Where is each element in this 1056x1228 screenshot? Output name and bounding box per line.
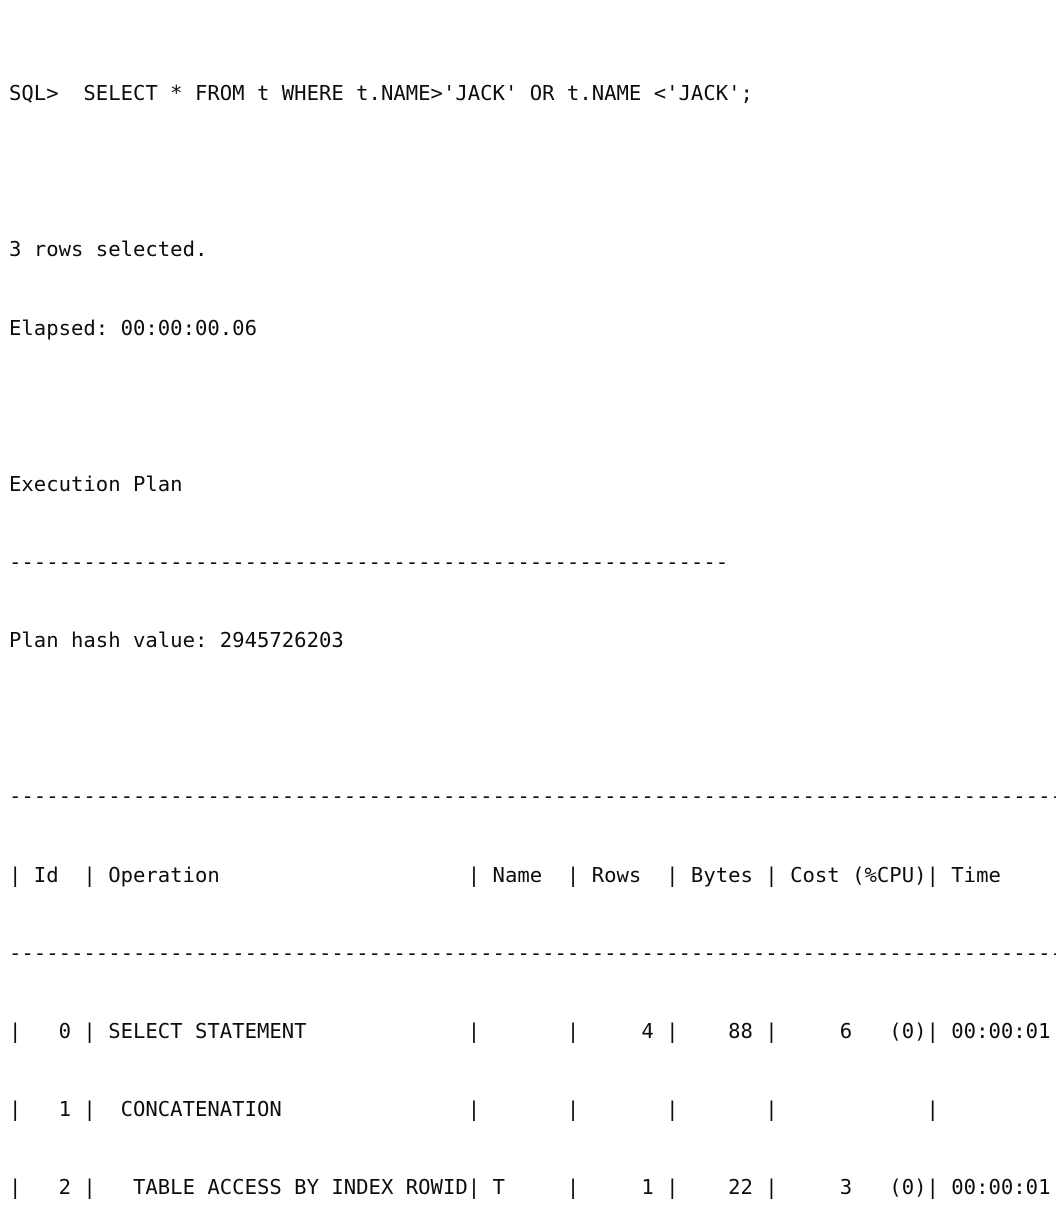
execution-plan-heading: Execution Plan [9,471,183,496]
elapsed-line: Elapsed: 00:00:00.06 [9,315,257,340]
console-output[interactable]: SQL> SELECT * FROM t WHERE t.NAME>'JACK'… [9,2,1056,1228]
plan-table-header-rule: ----------------------------------------… [9,940,1056,965]
terminal-window[interactable]: SQL> SELECT * FROM t WHERE t.NAME>'JACK'… [0,0,1056,1199]
table-row: | 2 | TABLE ACCESS BY INDEX ROWID| T | 1… [9,1175,1056,1200]
table-row: | 0 | SELECT STATEMENT | | 4 | 88 | 6 (0… [9,1018,1056,1043]
table-row: | 1 | CONCATENATION | | | | | | [9,1096,1056,1121]
plan-table-top-rule: ----------------------------------------… [9,784,1056,809]
rows-selected-line: 3 rows selected. [9,237,208,262]
plan-hash-value-line: Plan hash value: 2945726203 [9,628,344,653]
sql-prompt-line: SQL> SELECT * FROM t WHERE t.NAME>'JACK'… [9,81,753,106]
plan-table-header-row: | Id | Operation | Name | Rows | Bytes |… [9,862,1056,887]
execution-plan-rule: ----------------------------------------… [9,549,729,574]
